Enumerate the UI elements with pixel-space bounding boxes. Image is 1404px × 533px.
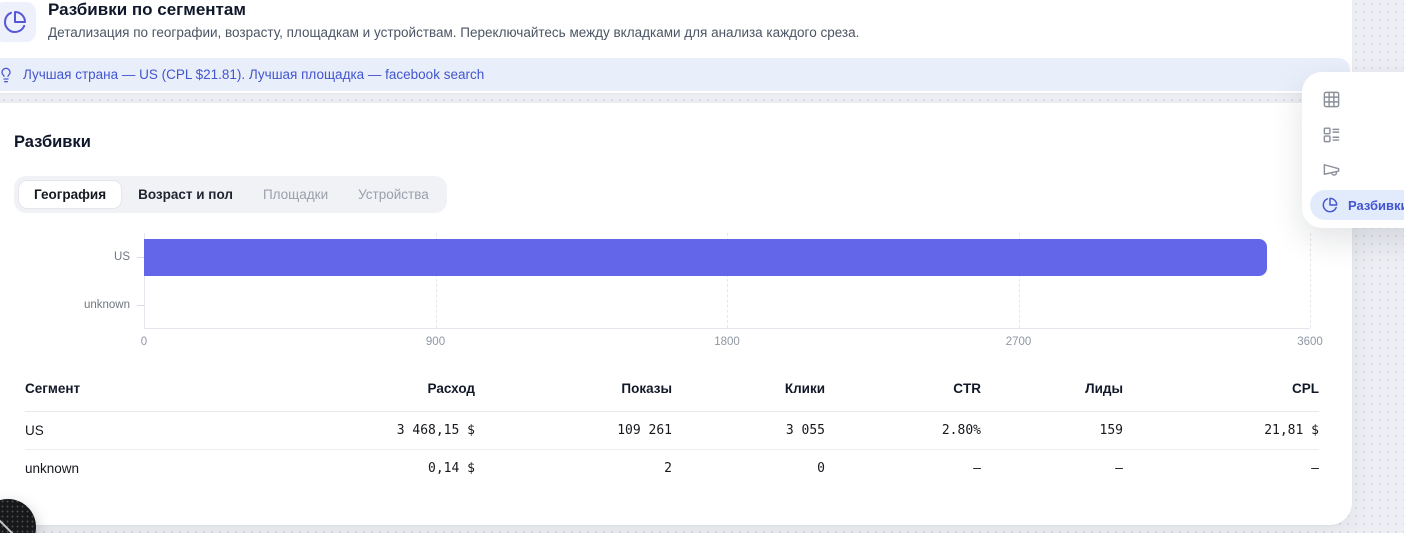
table-cell: 21,81 $ — [1123, 411, 1319, 450]
chart-plot-area: US unknown — [84, 233, 1311, 329]
table-header-cell: CPL — [1123, 371, 1319, 412]
gridline — [1310, 233, 1311, 328]
tab-devices[interactable]: Устройства — [344, 180, 443, 209]
tab-placements[interactable]: Площадки — [249, 180, 342, 209]
chart-row-unknown: unknown — [84, 281, 1310, 329]
grid-icon — [1322, 90, 1341, 109]
pie-chart-icon — [1322, 197, 1338, 213]
table-cell: 0 — [817, 461, 825, 476]
side-nav-panel: Разбивки — [1302, 72, 1404, 228]
breakdowns-card: Разбивки География Возраст и пол Площадк… — [0, 103, 1352, 525]
table-row: US 3 468,15 $109 261 3 055 2.80% 159 21,81 $ — [25, 411, 1319, 450]
page-title: Разбивки по сегментам — [48, 0, 246, 19]
nav-item-label: Разбивки — [1348, 197, 1404, 213]
breakdown-chart: US unknown 0 900 1800 2700 3600 — [84, 233, 1323, 353]
category-tick — [137, 304, 144, 306]
table-body: US 3 468,15 $109 261 3 055 2.80% 159 21,81 $ u… — [25, 411, 1319, 488]
chart-x-axis: 0 900 1800 2700 3600 — [140, 329, 1323, 353]
category-tick — [137, 256, 144, 258]
table-cell: US — [25, 411, 289, 450]
x-tick-label: 2700 — [1005, 336, 1032, 348]
x-tick-label: 1800 — [714, 336, 740, 348]
table-cell: unknown — [25, 461, 80, 476]
bar-US[interactable] — [144, 238, 1268, 276]
x-tick-label: 0 — [140, 336, 148, 348]
table-header-cell: CTR — [825, 371, 981, 412]
pie-chart-icon — [0, 2, 36, 42]
section-heading: Разбивки — [14, 133, 91, 151]
nav-megaphone-button[interactable] — [1302, 152, 1404, 187]
tab-age-gender[interactable]: Возраст и пол — [124, 180, 247, 209]
table-cell: 2.80% — [825, 411, 981, 450]
layout-list-icon — [1322, 125, 1341, 144]
x-tick-label: 900 — [425, 336, 446, 348]
breakdown-tabs: География Возраст и пол Площадки Устройс… — [14, 176, 447, 213]
lightbulb-icon — [0, 67, 14, 83]
table-cell: 3 468,15 $ — [289, 411, 475, 450]
table-cell: – — [1115, 461, 1123, 476]
insight-banner: Лучшая страна — US (CPL $21.81). Лучшая … — [0, 58, 1350, 91]
table-cell: 109 261 — [475, 411, 672, 450]
x-tick-label: 3600 — [1297, 336, 1323, 348]
table-cell: 3 055 — [672, 411, 825, 450]
table-header-cell: Клики — [672, 371, 825, 412]
category-label: US — [114, 251, 130, 263]
table-cell: 2 — [664, 461, 672, 476]
breakdown-table: Сегмент Расход Показы Клики CTR Лиды CPL US 3 4… — [25, 371, 1319, 487]
table-header-cell: Лиды — [981, 371, 1123, 412]
table-cell: – — [973, 461, 981, 476]
table-cell: 159 — [981, 411, 1123, 450]
chart-row-US: US — [114, 233, 1310, 281]
table-row: unknown 0,14 $ 2 0 – – – — [25, 450, 1319, 488]
nav-breakdowns-item[interactable]: Разбивки — [1310, 190, 1404, 220]
insight-text: Лучшая страна — US (CPL $21.81). Лучшая … — [23, 67, 485, 82]
table-header-cell: Показы — [475, 371, 672, 412]
table-cell: – — [1311, 461, 1319, 476]
table-cell: 0,14 $ — [428, 461, 475, 476]
tab-geography[interactable]: География — [18, 180, 123, 209]
header-card: Разбивки по сегментам Детализация по гео… — [0, 0, 1352, 93]
table-header-row: Сегмент Расход Показы Клики CTR Лиды CPL — [25, 371, 1319, 412]
table-header-cell: Сегмент — [25, 371, 289, 412]
nav-layout-list-button[interactable] — [1302, 117, 1404, 152]
table-header-cell: Расход — [289, 371, 475, 412]
nav-grid-button[interactable] — [1302, 82, 1404, 117]
category-label: unknown — [83, 299, 130, 311]
megaphone-icon — [1322, 160, 1341, 179]
page-subtitle: Детализация по географии, возрасту, площ… — [48, 25, 860, 40]
